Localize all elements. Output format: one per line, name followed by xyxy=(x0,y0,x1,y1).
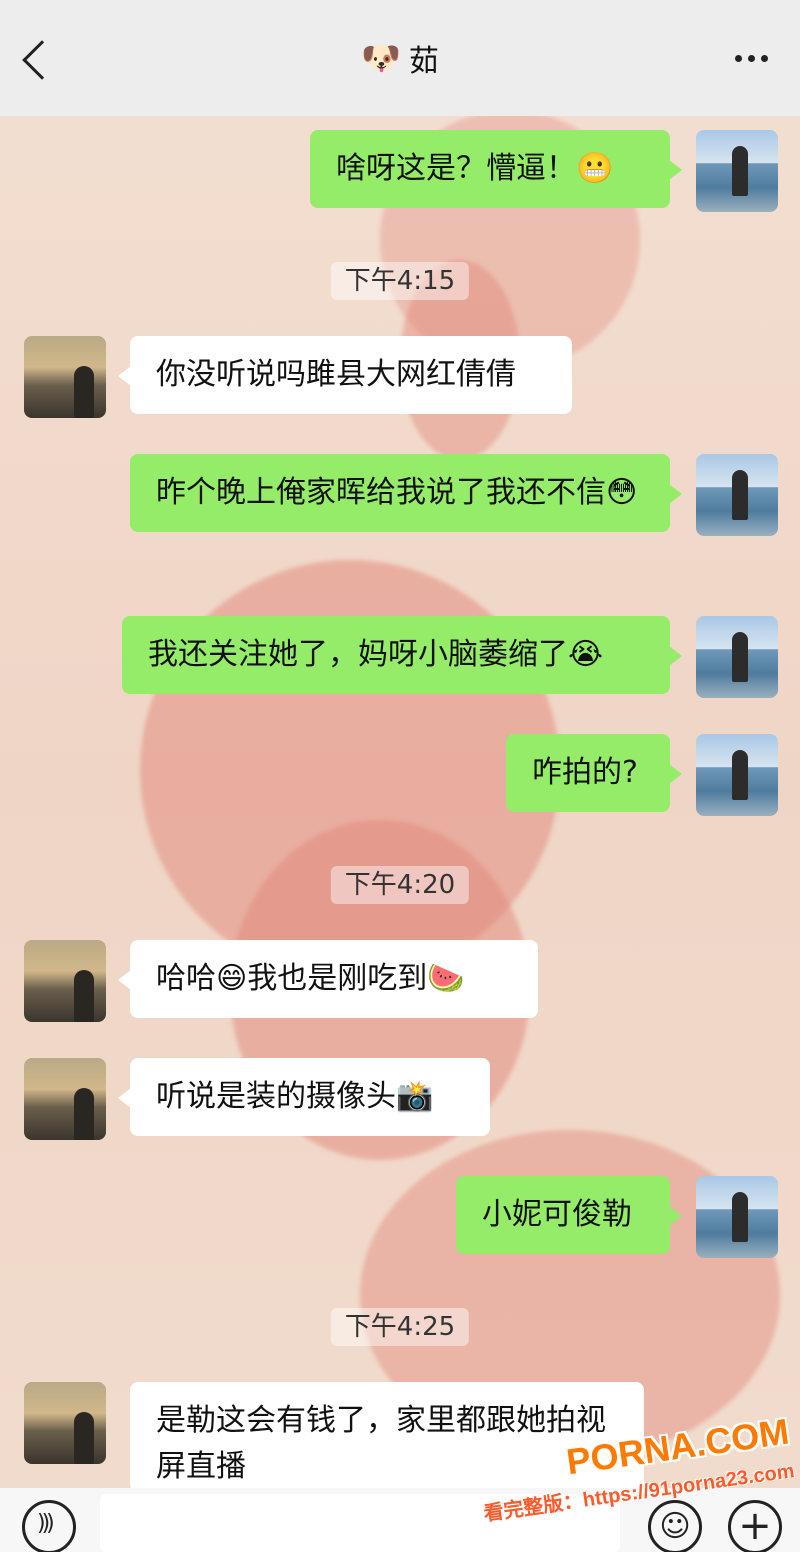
dog-emoji-icon: 🐶 xyxy=(361,39,401,77)
timestamp: 下午4:20 xyxy=(330,866,470,904)
message-bubble-outgoing[interactable]: 昨个晚上俺家晖给我说了我还不信😳 xyxy=(130,454,682,532)
message-bubble-outgoing[interactable]: 咋拍的? xyxy=(506,734,682,812)
message-bubble-outgoing[interactable]: 小妮可俊勒 xyxy=(456,1176,682,1254)
contact-avatar[interactable] xyxy=(24,1058,106,1140)
message-bubble-incoming[interactable]: 听说是装的摄像头📸 xyxy=(118,1058,490,1136)
contact-avatar[interactable] xyxy=(24,1382,106,1464)
my-avatar[interactable] xyxy=(696,616,778,698)
my-avatar[interactable] xyxy=(696,454,778,536)
back-icon[interactable] xyxy=(22,40,62,80)
my-avatar[interactable] xyxy=(696,130,778,212)
message-bubble-incoming[interactable]: 你没听说吗雎县大网红倩倩 xyxy=(118,336,572,414)
my-avatar[interactable] xyxy=(696,1176,778,1258)
more-options-icon[interactable] xyxy=(735,55,768,62)
emoji-icon[interactable]: ☺ xyxy=(648,1500,702,1552)
message-bubble-outgoing[interactable]: 我还关注她了，妈呀小脑萎缩了😭 xyxy=(122,616,682,694)
contact-name: 茹 xyxy=(408,44,439,79)
chat-title: 🐶 茹 xyxy=(361,36,439,80)
timestamp: 下午4:15 xyxy=(330,262,470,300)
timestamp: 下午4:25 xyxy=(330,1308,470,1346)
message-bubble-outgoing[interactable]: 啥呀这是？懵逼！😬 xyxy=(310,130,682,208)
voice-icon[interactable] xyxy=(22,1500,76,1552)
message-bubble-incoming[interactable]: 哈哈😄我也是刚吃到🍉 xyxy=(118,940,538,1018)
my-avatar[interactable] xyxy=(696,734,778,816)
plus-icon[interactable]: + xyxy=(728,1500,782,1552)
chat-header: 🐶 茹 xyxy=(0,0,800,116)
contact-avatar[interactable] xyxy=(24,336,106,418)
contact-avatar[interactable] xyxy=(24,940,106,1022)
